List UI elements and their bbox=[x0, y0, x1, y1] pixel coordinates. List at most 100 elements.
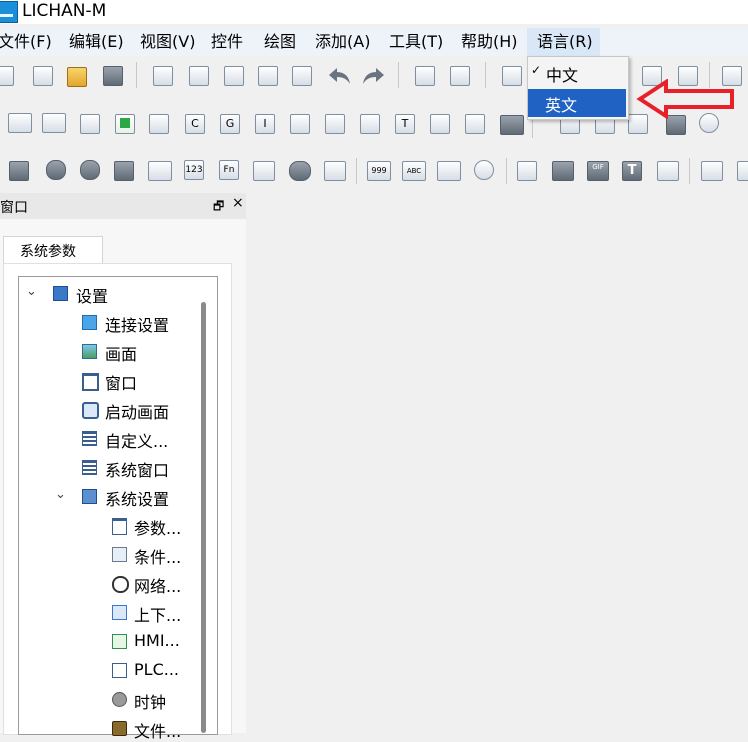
toolbar-separator bbox=[485, 62, 486, 88]
close-icon[interactable]: × bbox=[232, 195, 244, 211]
tree-item-label: 连接设置 bbox=[105, 316, 170, 335]
numeric-display-icon[interactable]: 123 bbox=[184, 160, 204, 180]
settings-icon[interactable] bbox=[360, 114, 380, 134]
function-key-icon[interactable]: Fn bbox=[219, 160, 239, 180]
unlock-icon[interactable] bbox=[224, 66, 244, 86]
tree-item-label: HMI... bbox=[134, 631, 180, 650]
redo-icon[interactable] bbox=[360, 64, 386, 88]
text-input-icon[interactable]: ABC bbox=[402, 161, 426, 181]
table-icon[interactable] bbox=[517, 161, 537, 181]
new-file-icon[interactable] bbox=[0, 66, 14, 86]
menu-add[interactable]: 添加(A) bbox=[315, 32, 370, 52]
matrix-icon[interactable] bbox=[701, 161, 723, 181]
menu-tools[interactable]: 工具(T) bbox=[389, 32, 443, 52]
menu-controls[interactable]: 控件 bbox=[211, 32, 243, 52]
tool-more-icon[interactable] bbox=[737, 161, 748, 181]
message-icon[interactable] bbox=[657, 161, 679, 181]
tree-item-label: 系统窗口 bbox=[105, 461, 170, 480]
list-icon bbox=[82, 460, 97, 475]
menu-file[interactable]: 文件(F) bbox=[0, 32, 52, 52]
language-option-label: 中文 bbox=[546, 66, 579, 85]
menu-help[interactable]: 帮助(H) bbox=[461, 32, 518, 52]
list-icon bbox=[82, 431, 97, 446]
move-down-icon[interactable] bbox=[450, 66, 470, 86]
bar-icon[interactable] bbox=[253, 161, 275, 181]
info-icon[interactable]: I bbox=[255, 114, 275, 134]
toolbar-separator bbox=[506, 158, 507, 184]
startup-icon bbox=[82, 402, 99, 419]
title-bar bbox=[0, 0, 748, 24]
toolbar-separator bbox=[356, 158, 357, 184]
language-option-label: 英文 bbox=[545, 96, 578, 115]
float-icon[interactable]: 🗗 bbox=[213, 197, 224, 218]
trend-icon[interactable] bbox=[437, 161, 461, 181]
picture-icon[interactable] bbox=[500, 115, 524, 135]
settings-icon bbox=[82, 489, 97, 504]
toggle-icon[interactable] bbox=[289, 161, 311, 181]
ungroup-icon[interactable] bbox=[292, 66, 312, 86]
plc-icon bbox=[112, 663, 127, 678]
image-icon[interactable] bbox=[552, 161, 574, 181]
download-icon[interactable] bbox=[80, 114, 100, 134]
window-icon bbox=[82, 373, 99, 391]
tree-item-label: 上下... bbox=[134, 606, 182, 625]
timer-icon[interactable] bbox=[474, 160, 494, 180]
numeric-input-icon[interactable]: 999 bbox=[367, 161, 391, 181]
switch-icon[interactable] bbox=[9, 161, 29, 181]
connection-icon bbox=[82, 315, 97, 330]
tree-item-label: 设置 bbox=[76, 287, 109, 306]
menu-edit[interactable]: 编辑(E) bbox=[69, 32, 124, 52]
align-left-icon[interactable] bbox=[502, 66, 522, 86]
open-folder-icon[interactable] bbox=[67, 67, 87, 87]
tree-item-label: 网络... bbox=[134, 577, 182, 596]
add-icon[interactable] bbox=[33, 66, 53, 86]
globe-icon bbox=[112, 576, 129, 593]
tree-scrollbar[interactable] bbox=[201, 302, 206, 733]
sync-icon[interactable] bbox=[149, 114, 169, 134]
text-icon[interactable]: T bbox=[395, 114, 415, 134]
group-icon[interactable] bbox=[258, 66, 278, 86]
menu-language[interactable]: 语言(R) bbox=[537, 32, 593, 52]
toolbar-separator bbox=[398, 62, 399, 88]
upload-icon[interactable] bbox=[115, 114, 135, 134]
lock-icon[interactable] bbox=[189, 66, 209, 86]
app-logo-icon bbox=[0, 1, 18, 23]
tab-system-parameters[interactable]: 系统参数 bbox=[3, 236, 103, 265]
tree-item-label: 时钟 bbox=[134, 693, 167, 712]
chevron-down-icon[interactable]: ⌄ bbox=[55, 487, 66, 502]
button-icon[interactable] bbox=[80, 160, 100, 180]
tree-item-label: 画面 bbox=[105, 345, 138, 364]
list-icon[interactable] bbox=[114, 161, 134, 181]
tree-item-label: 窗口 bbox=[105, 374, 138, 393]
menu-draw[interactable]: 绘图 bbox=[264, 32, 296, 52]
window-icon bbox=[112, 518, 127, 535]
network-icon[interactable] bbox=[290, 114, 310, 134]
menu-view[interactable]: 视图(V) bbox=[140, 32, 195, 52]
panel-title: 窗口 bbox=[0, 200, 28, 216]
global-icon[interactable]: G bbox=[220, 114, 240, 134]
lamp-icon[interactable] bbox=[46, 160, 66, 180]
condition-icon bbox=[112, 547, 127, 562]
grid-icon[interactable] bbox=[153, 66, 173, 86]
gif-icon[interactable]: GIF bbox=[587, 161, 609, 181]
move-up-icon[interactable] bbox=[415, 66, 435, 86]
compile-icon[interactable]: C bbox=[185, 114, 205, 134]
chevron-down-icon[interactable]: ⌄ bbox=[26, 284, 37, 299]
workspace-canvas[interactable] bbox=[246, 193, 748, 733]
red-arrow-annotation bbox=[636, 79, 734, 119]
checkbox-icon[interactable] bbox=[324, 161, 346, 181]
at-icon[interactable] bbox=[465, 114, 485, 134]
language-option-english[interactable]: 英文 bbox=[528, 89, 626, 117]
search-icon[interactable] bbox=[325, 114, 345, 134]
language-option-chinese[interactable]: ✓ 中文 bbox=[528, 59, 628, 87]
crosshair-icon[interactable] bbox=[430, 114, 450, 134]
undo-icon[interactable] bbox=[327, 64, 353, 88]
monitor-settings-icon[interactable] bbox=[42, 113, 66, 133]
clock-icon bbox=[112, 692, 127, 707]
monitor-icon[interactable] bbox=[8, 113, 32, 133]
save-icon[interactable] bbox=[103, 66, 123, 86]
display-icon[interactable] bbox=[148, 161, 172, 181]
static-text-icon[interactable]: T bbox=[622, 161, 642, 181]
tree-item-label: 自定义... bbox=[105, 432, 169, 451]
settings-icon bbox=[53, 286, 68, 301]
